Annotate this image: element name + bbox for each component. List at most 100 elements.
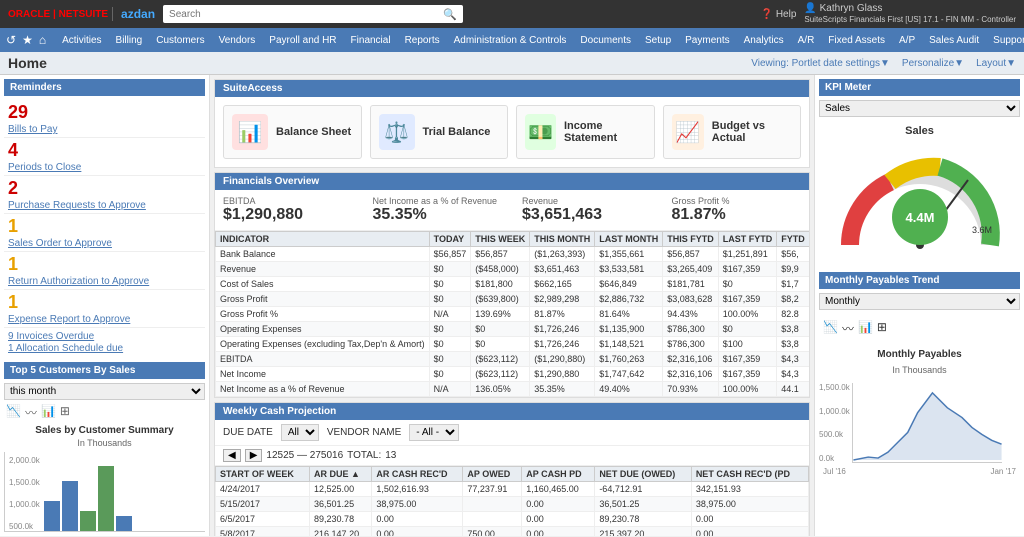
svg-text:4.4M: 4.4M: [905, 210, 934, 225]
table-row: 5/8/2017216,147.200.00750.000.00215,397.…: [216, 527, 809, 537]
reminder-item: 2 Purchase Requests to Approve: [4, 176, 205, 214]
payables-period-select[interactable]: Monthly: [819, 293, 1020, 310]
budget-actual-label: Budget vs Actual: [712, 120, 792, 144]
reminder-invoices-overdue[interactable]: 9 Invoices Overdue: [8, 331, 94, 342]
suite-card-income-statement[interactable]: 💵 Income Statement: [516, 105, 655, 159]
table-row: Bank Balance$56,857$56,857($1,263,393)$1…: [216, 247, 810, 262]
menu-admin[interactable]: Administration & Controls: [448, 28, 573, 52]
income-statement-icon: 💵: [525, 114, 556, 150]
payables-table-icon[interactable]: ⊞: [877, 320, 887, 337]
nav-prev-btn[interactable]: ◀: [223, 449, 241, 462]
viewing-control[interactable]: Viewing: Portlet date settings▼: [751, 58, 890, 69]
fin-kpi-ebitda-value: $1,290,880: [223, 206, 353, 224]
menu-customers[interactable]: Customers: [150, 28, 210, 52]
payables-y-2: 500.0k: [819, 430, 850, 439]
vendor-name-select[interactable]: - All -: [409, 424, 459, 441]
layout-control[interactable]: Layout▼: [976, 58, 1016, 69]
weekly-cash-title: Weekly Cash Projection: [215, 403, 809, 420]
reminder-link-bills[interactable]: Bills to Pay: [8, 124, 57, 135]
col-this-fytd: THIS FYTD: [663, 232, 719, 247]
table-row: Gross Profit$0($639,800)$2,989,298$2,886…: [216, 292, 810, 307]
budget-actual-icon: 📈: [672, 114, 704, 150]
table-row: 4/24/201712,525.001,502,616.9377,237.911…: [216, 482, 809, 497]
menu-billing[interactable]: Billing: [110, 28, 149, 52]
refresh-icon[interactable]: ↺: [6, 33, 16, 47]
bar-4: [98, 466, 114, 531]
suite-card-balance-sheet[interactable]: 📊 Balance Sheet: [223, 105, 362, 159]
kpi-category-select[interactable]: Sales: [819, 100, 1020, 117]
favorites-icon[interactable]: ★: [22, 33, 33, 47]
personalize-control[interactable]: Personalize▼: [902, 58, 964, 69]
table-row: Operating Expenses (excluding Tax,Dep'n …: [216, 337, 810, 352]
reminder-number-4: 4: [8, 140, 201, 161]
nav-next-btn[interactable]: ▶: [245, 449, 263, 462]
bar-2: [62, 481, 78, 531]
fin-kpi-net-income-pct: Net Income as a % of Revenue 35.35%: [373, 196, 503, 224]
gauge-svg: 4.4M 3.6M: [830, 145, 1010, 255]
suite-card-budget-actual[interactable]: 📈 Budget vs Actual: [663, 105, 802, 159]
table-chart-icon[interactable]: ⊞: [60, 404, 70, 421]
search-input[interactable]: [169, 9, 439, 20]
payables-line-icon[interactable]: 📉: [823, 320, 838, 337]
menu-setup[interactable]: Setup: [639, 28, 677, 52]
page-title: Home: [8, 55, 47, 71]
menu-fixed-assets[interactable]: Fixed Assets: [822, 28, 891, 52]
financials-table-scroll[interactable]: INDICATOR TODAY THIS WEEK THIS MONTH LAS…: [215, 231, 809, 397]
col-indicator: INDICATOR: [216, 232, 430, 247]
menu-vendors[interactable]: Vendors: [213, 28, 262, 52]
payables-bar-icon[interactable]: 📊: [858, 320, 873, 337]
fin-kpis: EBITDA $1,290,880 Net Income as a % of R…: [215, 190, 809, 231]
menu-activities[interactable]: Activities: [56, 28, 107, 52]
suite-card-trial-balance[interactable]: ⚖️ Trial Balance: [370, 105, 509, 159]
reminder-link-return-auth[interactable]: Return Authorization to Approve: [8, 276, 149, 287]
fin-kpi-gross-profit-value: 81.87%: [672, 206, 802, 224]
reminders-title: Reminders: [4, 79, 205, 96]
trial-balance-label: Trial Balance: [423, 126, 491, 138]
reminder-link-periods[interactable]: Periods to Close: [8, 162, 81, 173]
menu-financial[interactable]: Financial: [345, 28, 397, 52]
menu-ap[interactable]: A/P: [893, 28, 921, 52]
reminder-link-expense[interactable]: Expense Report to Approve: [8, 314, 130, 325]
reminder-number-2: 2: [8, 178, 201, 199]
menu-documents[interactable]: Documents: [574, 28, 637, 52]
search-bar[interactable]: 🔍: [163, 5, 463, 23]
payables-chart-label: Monthly Payables: [819, 349, 1020, 360]
menu-analytics[interactable]: Analytics: [738, 28, 790, 52]
reminder-allocation-due[interactable]: 1 Allocation Schedule due: [8, 343, 123, 354]
menu-reports[interactable]: Reports: [399, 28, 446, 52]
col-this-month: THIS MONTH: [530, 232, 595, 247]
reminder-item: 29 Bills to Pay: [4, 100, 205, 138]
bar-chart-icon[interactable]: 📊: [41, 404, 56, 421]
payables-x-labels: Jul '16 Jan '17: [819, 467, 1020, 476]
menu-payroll[interactable]: Payroll and HR: [263, 28, 342, 52]
fin-kpi-gross-profit-label: Gross Profit %: [672, 196, 802, 206]
income-statement-label: Income Statement: [564, 120, 646, 144]
area-chart-icon[interactable]: 〰: [25, 404, 37, 421]
help-icon[interactable]: ❓ Help: [761, 9, 797, 20]
financials-section: Financials Overview EBITDA $1,290,880 Ne…: [214, 172, 810, 398]
reminder-link-purchase[interactable]: Purchase Requests to Approve: [8, 200, 146, 211]
menu-support[interactable]: Support: [987, 28, 1024, 52]
menu-payments[interactable]: Payments: [679, 28, 735, 52]
oracle-logo: ORACLE | NETSUITE: [8, 9, 108, 20]
weekly-table-scroll[interactable]: START OF WEEKAR DUE ▲AR CASH REC'DAP OWE…: [215, 466, 809, 536]
menu-ar[interactable]: A/R: [792, 28, 821, 52]
menu-sales-audit[interactable]: Sales Audit: [923, 28, 985, 52]
total-label: TOTAL:: [347, 450, 381, 461]
fin-kpi-gross-profit: Gross Profit % 81.87%: [672, 196, 802, 224]
line-chart-icon[interactable]: 📉: [6, 404, 21, 421]
sales-chart-sub: In Thousands: [4, 438, 205, 448]
due-date-select[interactable]: All: [281, 424, 319, 441]
payables-area-icon[interactable]: 〰: [842, 320, 854, 337]
home-icon[interactable]: ⌂: [39, 33, 46, 47]
nav-range: 12525 — 275016: [266, 450, 343, 461]
balance-sheet-label: Balance Sheet: [276, 126, 351, 138]
reminder-number-1a: 1: [8, 216, 201, 237]
table-row: Operating Expenses$0$0$1,726,246$1,135,9…: [216, 322, 810, 337]
weekly-cash-section: Weekly Cash Projection DUE DATE All VEND…: [214, 402, 810, 536]
menu-bar: ↺ ★ ⌂ Activities Billing Customers Vendo…: [0, 28, 1024, 52]
top5-period-select[interactable]: this month: [4, 383, 205, 400]
reminder-link-sales-order[interactable]: Sales Order to Approve: [8, 238, 112, 249]
payables-line-chart: [852, 383, 1002, 463]
kpi-chart-label: Sales: [819, 125, 1020, 137]
